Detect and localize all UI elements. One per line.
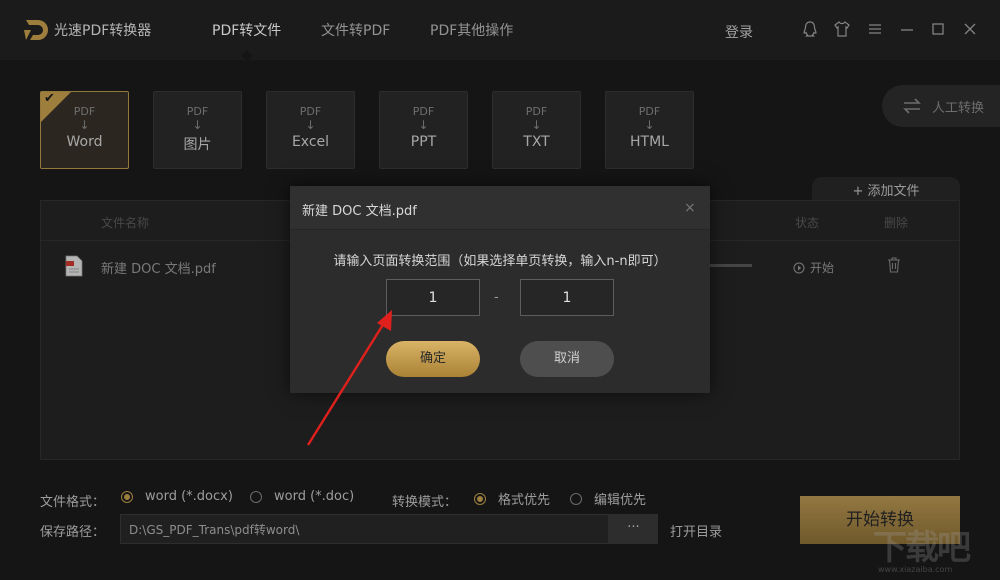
cancel-button[interactable]: 取消 [520, 341, 614, 377]
dialog-header: 新建 DOC 文档.pdf × [290, 186, 710, 230]
dialog-prompt: 请输入页面转换范围（如果选择单页转换，输入n-n即可） [333, 254, 667, 269]
range-separator: - [494, 290, 499, 305]
to-page-input[interactable] [520, 279, 614, 316]
dialog-close-icon[interactable]: × [684, 200, 696, 216]
dialog-title: 新建 DOC 文档.pdf [302, 204, 417, 219]
annotation-arrow-icon [306, 310, 392, 446]
